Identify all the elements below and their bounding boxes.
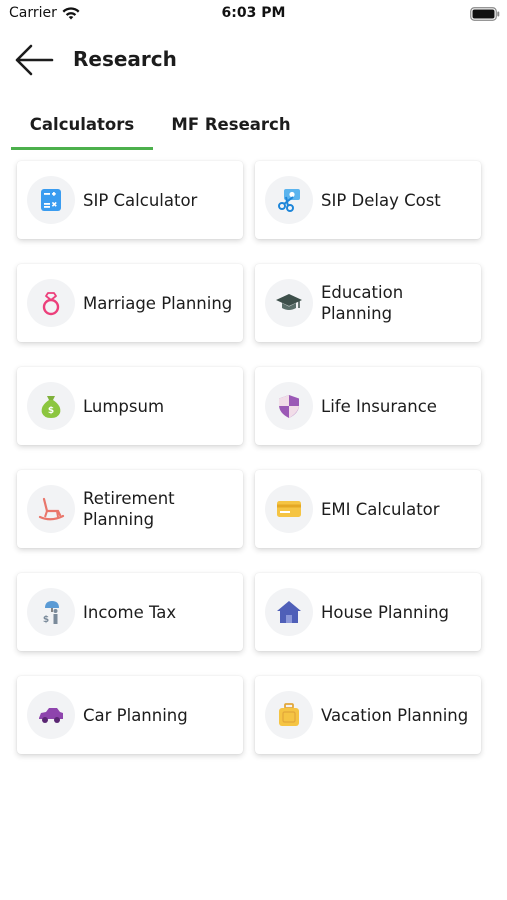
status-time: 6:03 PM <box>221 5 286 21</box>
card-label: Life Insurance <box>321 396 437 416</box>
card-education-planning[interactable]: Education Planning <box>255 264 481 342</box>
house-icon <box>277 601 301 623</box>
arrow-left-icon <box>15 44 54 76</box>
card-label: Marriage Planning <box>83 293 233 313</box>
card-vacation-planning[interactable]: Vacation Planning <box>255 676 481 754</box>
icon-container <box>265 176 313 224</box>
card-label: Retirement Planning <box>83 489 175 529</box>
card-label: Vacation Planning <box>321 705 469 725</box>
card-sip-calculator[interactable]: SIP Calculator <box>17 161 243 239</box>
icon-container <box>265 485 313 533</box>
shield-icon <box>279 395 299 418</box>
ring-icon <box>42 292 60 316</box>
money-bag-icon: $ <box>41 396 61 418</box>
card-emi-calculator[interactable]: EMI Calculator <box>255 470 481 548</box>
battery-icon <box>470 7 500 21</box>
icon-container: $ <box>27 588 75 636</box>
tab-mf-research[interactable]: MF Research <box>160 108 302 150</box>
card-label: Education Planning <box>321 283 404 323</box>
icon-container <box>27 485 75 533</box>
card-label: SIP Calculator <box>83 190 198 210</box>
icon-container: $ <box>27 382 75 430</box>
card-label: EMI Calculator <box>321 499 440 519</box>
credit-card-icon <box>277 501 301 517</box>
scissors-bill-icon <box>278 189 300 212</box>
app-header: Research <box>0 36 507 84</box>
back-button[interactable] <box>12 42 56 78</box>
page-title: Research <box>73 47 177 71</box>
icon-container <box>265 588 313 636</box>
icon-container <box>265 279 313 327</box>
card-lumpsum[interactable]: $ Lumpsum <box>17 367 243 445</box>
card-retirement-planning[interactable]: Retirement Planning <box>17 470 243 548</box>
card-sip-delay-cost[interactable]: SIP Delay Cost <box>255 161 481 239</box>
umbrella-person-icon: $ <box>43 601 59 625</box>
svg-text:$: $ <box>48 406 54 416</box>
tab-bar: Calculators MF Research <box>0 108 507 150</box>
svg-text:$: $ <box>43 615 49 625</box>
icon-container <box>265 382 313 430</box>
car-icon <box>39 708 63 723</box>
tab-calculators[interactable]: Calculators <box>11 108 153 150</box>
card-label: Income Tax <box>83 602 177 622</box>
card-label: SIP Delay Cost <box>321 190 441 210</box>
icon-container <box>265 691 313 739</box>
card-income-tax[interactable]: $ Income Tax <box>17 573 243 651</box>
card-life-insurance[interactable]: Life Insurance <box>255 367 481 445</box>
card-label: Car Planning <box>83 705 188 725</box>
icon-container <box>27 279 75 327</box>
graduation-cap-icon <box>276 294 302 310</box>
calculator-icon <box>41 189 61 211</box>
card-label: Lumpsum <box>83 396 165 416</box>
card-car-planning[interactable]: Car Planning <box>17 676 243 754</box>
card-house-planning[interactable]: House Planning <box>255 573 481 651</box>
status-bar: Carrier 6:03 PM <box>0 0 507 28</box>
card-marriage-planning[interactable]: Marriage Planning <box>17 264 243 342</box>
rocking-chair-icon <box>38 497 65 521</box>
icon-container <box>27 691 75 739</box>
suitcase-icon <box>279 703 299 726</box>
card-label: House Planning <box>321 602 450 622</box>
icon-container <box>27 176 75 224</box>
